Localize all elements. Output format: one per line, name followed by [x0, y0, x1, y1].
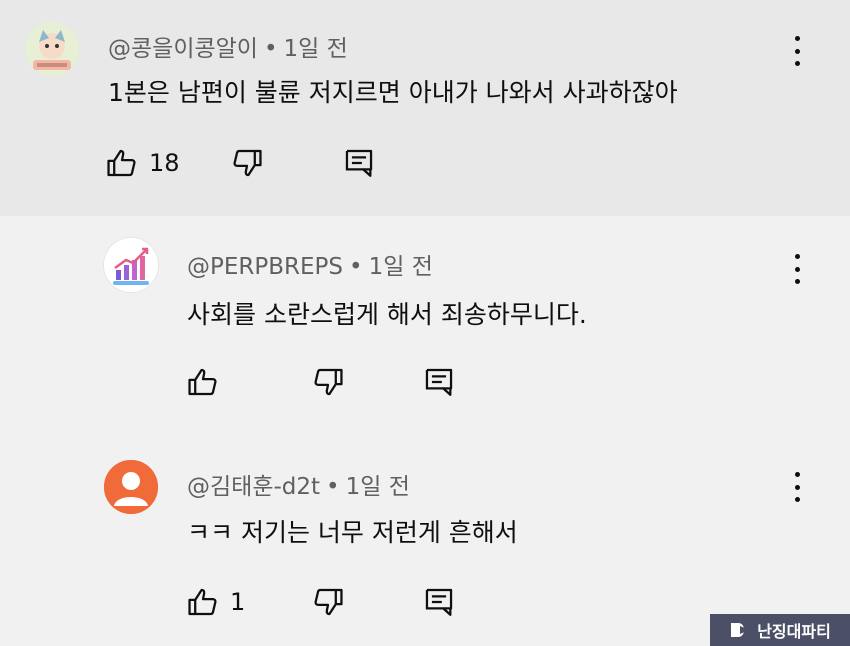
comment-header: @PERPBREPS • 1일 전 [187, 247, 433, 281]
timestamp[interactable]: 1일 전 [346, 474, 410, 500]
thumbs-down-icon [314, 588, 343, 616]
comment-text: 1본은 남편이 불륜 저지르면 아내가 나와서 사과하잖아 [108, 78, 678, 107]
like-button[interactable]: 18 [105, 146, 180, 180]
reply-comment: @PERPBREPS • 1일 전 사회를 소란스럽게 해서 죄송하무니다. [0, 216, 850, 440]
comment-thread-top: @콩을이콩알이 • 1일 전 1본은 남편이 불륜 저지르면 아내가 나와서 사과하… [0, 0, 850, 216]
separator-dot: • [349, 254, 363, 280]
more-vertical-icon [794, 36, 800, 41]
like-count: 1 [230, 588, 246, 616]
more-vertical-icon [794, 254, 800, 259]
timestamp[interactable]: 1일 전 [369, 254, 433, 280]
reply-button[interactable] [422, 585, 456, 619]
separator-dot: • [326, 474, 340, 500]
more-options-button[interactable] [785, 36, 809, 66]
avatar[interactable] [104, 238, 158, 292]
avatar[interactable] [25, 22, 79, 76]
timestamp[interactable]: 1일 전 [284, 36, 348, 62]
avatar[interactable] [104, 460, 158, 514]
dislike-button[interactable] [230, 146, 264, 180]
thumbs-down-icon [233, 149, 262, 177]
chart-logo-icon [104, 238, 158, 292]
thumbs-up-icon [188, 368, 217, 396]
more-options-button[interactable] [785, 254, 809, 284]
reply-icon [345, 149, 373, 177]
watermark: 난징대파티 [710, 614, 850, 646]
comment-text: 사회를 소란스럽게 해서 죄송하무니다. [187, 300, 587, 329]
author-name[interactable]: @PERPBREPS [187, 254, 343, 280]
comment-text: ㅋㅋ 저기는 너무 저런게 흔해서 [187, 518, 518, 547]
thumbs-up-icon [188, 588, 217, 616]
reply-icon [425, 588, 453, 616]
author-name[interactable]: @콩을이콩알이 [108, 36, 258, 62]
reply-button[interactable] [342, 146, 376, 180]
more-vertical-icon [794, 472, 800, 477]
default-user-icon [104, 460, 158, 514]
watermark-text: 난징대파티 [757, 622, 831, 641]
separator-dot: • [263, 36, 278, 62]
dc-logo-icon [731, 623, 750, 637]
dislike-button[interactable] [311, 585, 345, 619]
avatar-illustration-icon [25, 22, 79, 76]
comment-header: @김태훈-d2t • 1일 전 [187, 467, 410, 501]
more-options-button[interactable] [785, 472, 809, 502]
reply-icon [425, 368, 453, 396]
reply-button[interactable] [422, 365, 456, 399]
thumbs-down-icon [314, 368, 343, 396]
like-count: 18 [149, 149, 180, 177]
thumbs-up-icon [107, 149, 136, 177]
comment-header: @콩을이콩알이 • 1일 전 [108, 29, 348, 63]
like-button[interactable]: 1 [186, 585, 245, 619]
dislike-button[interactable] [311, 365, 345, 399]
like-button[interactable] [186, 365, 230, 399]
author-name[interactable]: @김태훈-d2t [187, 474, 320, 500]
